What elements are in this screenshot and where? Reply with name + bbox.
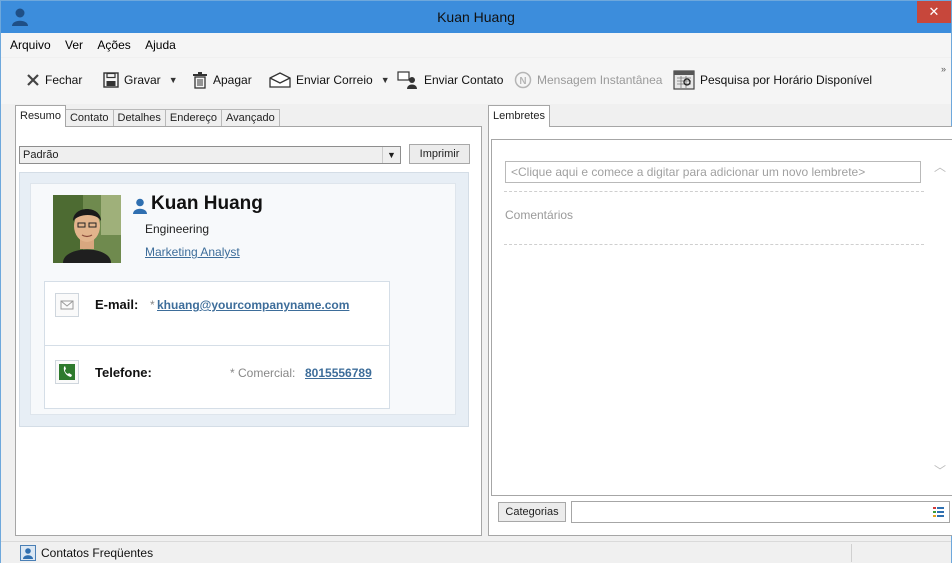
save-button[interactable]: Gravar ▼ xyxy=(103,68,178,92)
menu-ver[interactable]: Ver xyxy=(65,33,83,57)
email-primary-star: * xyxy=(150,298,155,312)
delete-button-label: Apagar xyxy=(213,73,252,87)
scroll-up-icon[interactable]: ︿ xyxy=(934,158,946,175)
reminders-panel: Lembretes <Clique aqui e comece a digita… xyxy=(488,105,952,536)
tab-avancado[interactable]: Avançado xyxy=(221,109,280,127)
reminders-tabs: Lembretes xyxy=(488,105,550,127)
contact-person-icon xyxy=(133,198,147,214)
divider xyxy=(504,191,924,192)
send-contact-button[interactable]: Enviar Contato xyxy=(397,68,503,92)
email-row: E-mail: * khuang@yourcompanyname.com xyxy=(45,282,389,346)
close-window-button[interactable]: ✕ xyxy=(917,1,951,23)
contact-info-box: E-mail: * khuang@yourcompanyname.com Tel… xyxy=(44,281,390,409)
comments-field[interactable]: Comentários xyxy=(505,208,573,222)
status-separator xyxy=(851,544,852,562)
envelope-icon xyxy=(269,72,291,88)
tab-endereco[interactable]: Endereço xyxy=(164,109,223,127)
contact-card: Kuan Huang Engineering Marketing Analyst… xyxy=(30,183,456,415)
instant-message-icon: N xyxy=(514,71,532,89)
save-dropdown-arrow[interactable]: ▼ xyxy=(169,75,178,85)
save-disk-icon xyxy=(103,72,119,88)
contact-photo xyxy=(53,195,121,263)
chevron-down-icon[interactable]: ▼ xyxy=(382,147,400,163)
email-link[interactable]: khuang@yourcompanyname.com xyxy=(157,298,349,312)
email-envelope-icon xyxy=(55,293,79,317)
window-title: Kuan Huang xyxy=(437,9,515,25)
menu-bar: Arquivo Ver Ações Ajuda xyxy=(1,33,951,57)
send-contact-icon xyxy=(397,71,417,89)
notes-area[interactable]: <Clique aqui e comece a digitar para adi… xyxy=(491,139,952,496)
contact-tabs: Resumo Contato Detalhes Endereço Avançad… xyxy=(15,105,280,127)
send-mail-label: Enviar Correio xyxy=(296,73,373,87)
divider xyxy=(504,244,924,245)
availability-search-label: Pesquisa por Horário Disponível xyxy=(700,73,873,87)
availability-search-button[interactable]: Pesquisa por Horário Disponível xyxy=(673,68,872,92)
status-bar: Contatos Freqüentes xyxy=(1,541,951,563)
new-reminder-input[interactable]: <Clique aqui e comece a digitar para adi… xyxy=(505,161,921,183)
close-button-label: Fechar xyxy=(45,73,83,87)
tab-resumo[interactable]: Resumo xyxy=(15,105,66,127)
send-contact-label: Enviar Contato xyxy=(424,73,504,87)
status-text: Contatos Freqüentes xyxy=(41,546,154,560)
email-label: E-mail: xyxy=(95,297,139,312)
send-mail-dropdown-arrow[interactable]: ▼ xyxy=(381,75,390,85)
menu-arquivo[interactable]: Arquivo xyxy=(10,33,51,57)
contact-window: Kuan Huang ✕ Arquivo Ver Ações Ajuda Fec… xyxy=(0,0,952,563)
contact-name: Kuan Huang xyxy=(151,193,263,214)
categories-field[interactable] xyxy=(571,501,950,523)
instant-message-button[interactable]: N Mensagem Instantânea xyxy=(514,68,662,92)
summary-tab-body: Padrão ▼ Imprimir Kuan Huang Engineering… xyxy=(15,126,482,536)
tab-contato[interactable]: Contato xyxy=(64,109,114,127)
trash-icon xyxy=(193,71,207,89)
phone-link[interactable]: 8015556789 xyxy=(305,366,372,380)
categories-list-icon[interactable] xyxy=(933,507,944,517)
phone-row: Telefone: * Comercial: 8015556789 xyxy=(45,346,389,404)
send-mail-button[interactable]: Enviar Correio ▼ xyxy=(269,68,390,92)
view-select-value: Padrão xyxy=(23,149,59,161)
phone-type-label: * Comercial: xyxy=(230,366,296,380)
scroll-down-icon[interactable]: ﹀ xyxy=(934,462,946,479)
menu-acoes[interactable]: Ações xyxy=(97,33,130,57)
title-bar[interactable]: Kuan Huang ✕ xyxy=(1,1,951,33)
contact-card-frame: Kuan Huang Engineering Marketing Analyst… xyxy=(19,172,469,427)
instant-message-label: Mensagem Instantânea xyxy=(537,73,663,87)
contact-department: Engineering xyxy=(145,222,210,236)
close-x-icon xyxy=(27,74,39,86)
menu-ajuda[interactable]: Ajuda xyxy=(145,33,176,57)
reminders-tab-body: <Clique aqui e comece a digitar para adi… xyxy=(488,126,952,536)
phone-icon xyxy=(55,360,79,384)
tab-lembretes[interactable]: Lembretes xyxy=(488,105,550,127)
delete-button[interactable]: Apagar xyxy=(192,68,252,92)
frequent-contacts-icon[interactable] xyxy=(20,545,36,561)
print-button[interactable]: Imprimir xyxy=(409,144,470,164)
tab-detalhes[interactable]: Detalhes xyxy=(112,109,166,127)
save-button-label: Gravar xyxy=(124,73,161,87)
contact-job-title-link[interactable]: Marketing Analyst xyxy=(145,245,240,259)
toolbar-overflow-chevron[interactable]: » xyxy=(941,64,946,74)
categories-button[interactable]: Categorias xyxy=(498,502,566,522)
close-button[interactable]: Fechar xyxy=(26,68,82,92)
phone-label: Telefone: xyxy=(95,365,152,380)
view-select[interactable]: Padrão ▼ xyxy=(19,146,401,164)
contact-panel: Resumo Contato Detalhes Endereço Avançad… xyxy=(15,105,482,536)
calendar-search-icon xyxy=(673,70,695,90)
toolbar: Fechar Gravar ▼ Apagar Enviar Correio ▼ … xyxy=(1,58,951,104)
svg-text:N: N xyxy=(519,76,526,87)
